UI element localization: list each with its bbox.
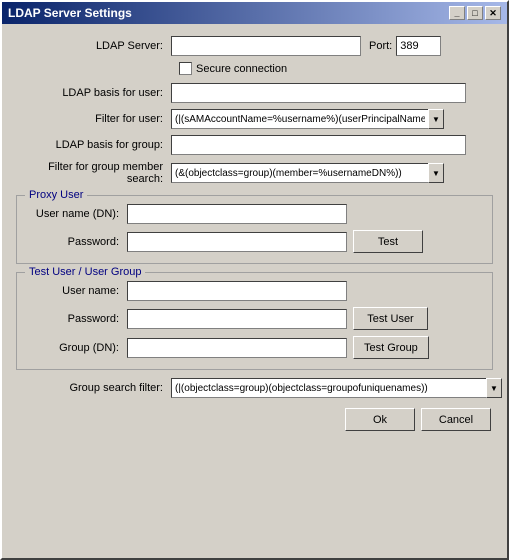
test-button[interactable]: Test <box>353 230 423 253</box>
port-section: Port: <box>369 36 441 56</box>
secure-connection-row: Secure connection <box>179 62 493 75</box>
test-password-input[interactable] <box>127 309 347 329</box>
ok-button[interactable]: Ok <box>345 408 415 431</box>
ldap-server-input[interactable] <box>171 36 361 56</box>
proxy-username-label: User name (DN): <box>27 208 127 220</box>
filter-group-combo: ▼ <box>171 163 444 183</box>
minimize-button[interactable]: _ <box>449 6 465 20</box>
filter-user-combo: ▼ <box>171 109 444 129</box>
proxy-username-row: User name (DN): <box>27 204 482 224</box>
ldap-server-label: LDAP Server: <box>16 40 171 52</box>
secure-checkbox-wrapper: Secure connection <box>179 62 287 75</box>
filter-user-input[interactable] <box>171 109 428 129</box>
proxy-user-section: Proxy User User name (DN): Password: Tes… <box>16 195 493 264</box>
title-bar-buttons: _ □ ✕ <box>449 6 501 20</box>
port-label: Port: <box>369 40 392 52</box>
ldap-basis-group-input[interactable] <box>171 135 466 155</box>
close-button[interactable]: ✕ <box>485 6 501 20</box>
title-bar: LDAP Server Settings _ □ ✕ <box>2 2 507 24</box>
window-title: LDAP Server Settings <box>8 6 132 20</box>
ldap-basis-group-label: LDAP basis for group: <box>16 139 171 151</box>
group-search-combo: ▼ <box>171 378 502 398</box>
filter-group-dropdown-btn[interactable]: ▼ <box>428 163 444 183</box>
test-user-button[interactable]: Test User <box>353 307 428 330</box>
ldap-settings-window: LDAP Server Settings _ □ ✕ LDAP Server: … <box>0 0 509 560</box>
test-username-label: User name: <box>27 285 127 297</box>
proxy-username-input[interactable] <box>127 204 347 224</box>
filter-user-dropdown-btn[interactable]: ▼ <box>428 109 444 129</box>
filter-group-input[interactable] <box>171 163 428 183</box>
maximize-button[interactable]: □ <box>467 6 483 20</box>
test-user-section: Test User / User Group User name: Passwo… <box>16 272 493 370</box>
group-search-dropdown-btn[interactable]: ▼ <box>486 378 502 398</box>
secure-label: Secure connection <box>196 63 287 75</box>
secure-checkbox[interactable] <box>179 62 192 75</box>
ldap-basis-user-label: LDAP basis for user: <box>16 87 171 99</box>
test-username-input[interactable] <box>127 281 347 301</box>
filter-user-label: Filter for user: <box>16 113 171 125</box>
cancel-button[interactable]: Cancel <box>421 408 491 431</box>
proxy-password-input[interactable] <box>127 232 347 252</box>
test-group-label: Group (DN): <box>27 342 127 354</box>
test-group-button[interactable]: Test Group <box>353 336 429 359</box>
filter-user-row: Filter for user: ▼ <box>16 109 493 129</box>
test-password-row: Password: Test User <box>27 307 482 330</box>
port-input[interactable] <box>396 36 441 56</box>
group-search-filter-label: Group search filter: <box>16 382 171 394</box>
test-group-input[interactable] <box>127 338 347 358</box>
test-password-label: Password: <box>27 313 127 325</box>
ldap-basis-user-input[interactable] <box>171 83 466 103</box>
filter-group-row: Filter for group member search: ▼ <box>16 161 493 185</box>
test-group-row: Group (DN): Test Group <box>27 336 482 359</box>
bottom-buttons: Ok Cancel <box>16 408 493 431</box>
group-search-filter-input[interactable] <box>171 378 486 398</box>
proxy-user-section-label: Proxy User <box>25 189 87 201</box>
ldap-server-row: LDAP Server: Port: <box>16 36 493 56</box>
ldap-basis-group-row: LDAP basis for group: <box>16 135 493 155</box>
proxy-password-label: Password: <box>27 236 127 248</box>
form-content: LDAP Server: Port: Secure connection LDA… <box>2 24 507 441</box>
test-username-row: User name: <box>27 281 482 301</box>
filter-group-label: Filter for group member search: <box>16 161 171 185</box>
proxy-password-row: Password: Test <box>27 230 482 253</box>
test-user-section-label: Test User / User Group <box>25 266 145 278</box>
group-search-filter-row: Group search filter: ▼ <box>16 378 493 398</box>
ldap-basis-user-row: LDAP basis for user: <box>16 83 493 103</box>
